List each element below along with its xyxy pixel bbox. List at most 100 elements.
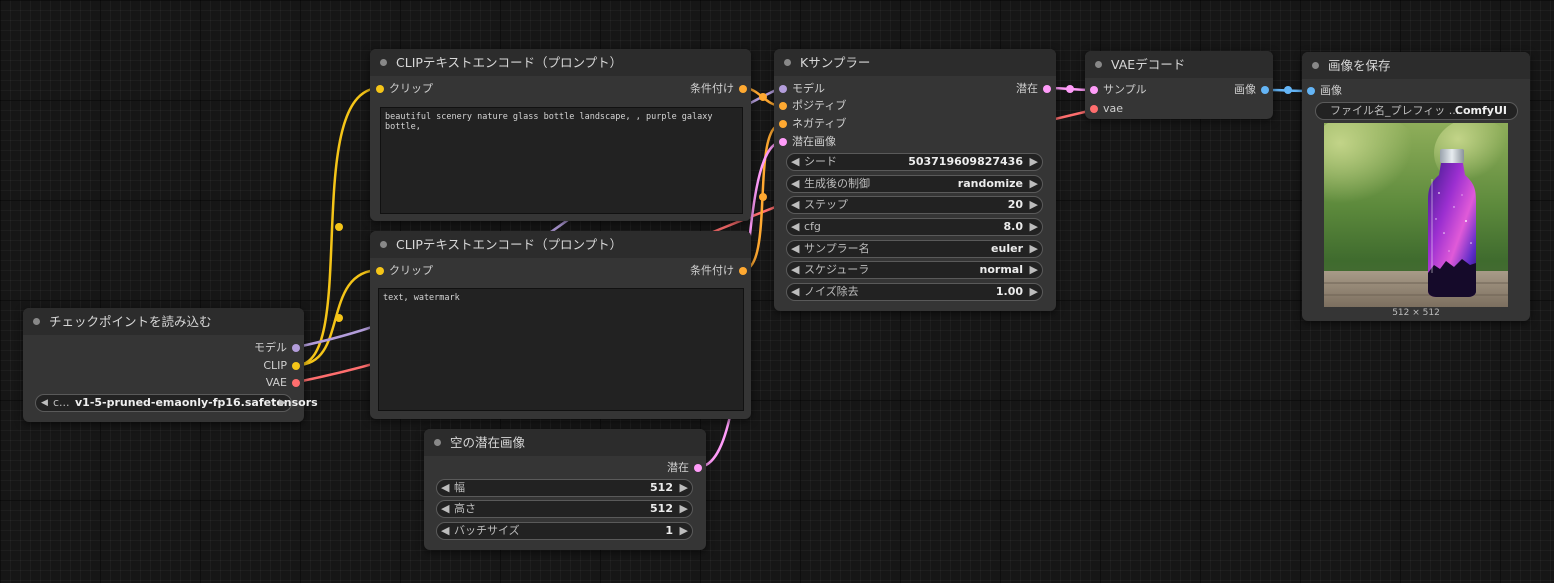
arrow-right-icon[interactable]: ▶: [1030, 219, 1038, 235]
combo-label: c...: [53, 396, 70, 409]
input-samples[interactable]: サンプル: [1090, 83, 1147, 97]
node-title[interactable]: チェックポイントを読み込む: [23, 308, 304, 335]
cfg-widget[interactable]: ◀ cfg 8.0 ▶: [786, 218, 1043, 236]
arrow-left-icon[interactable]: ◀: [791, 154, 799, 170]
arrow-left-icon[interactable]: ◀: [441, 501, 449, 517]
output-conditioning[interactable]: 条件付け: [690, 264, 747, 278]
node-collapse-dot[interactable]: [33, 318, 40, 325]
output-image-preview[interactable]: [1324, 123, 1508, 307]
steps-widget[interactable]: ◀ ステップ 20 ▶: [786, 196, 1043, 214]
slot-dot[interactable]: [739, 85, 747, 93]
arrow-right-icon[interactable]: ▶: [680, 480, 688, 496]
checkpoint-loader-node[interactable]: チェックポイントを読み込む モデル CLIP VAE ◀ c... v1-5-p…: [23, 308, 318, 422]
slot-dot[interactable]: [1043, 85, 1051, 93]
arrow-left-icon[interactable]: ◀: [791, 241, 799, 257]
node-collapse-dot[interactable]: [380, 59, 387, 66]
input-negative[interactable]: ネガティブ: [779, 117, 846, 131]
input-clip[interactable]: クリップ: [376, 82, 433, 96]
arrow-right-icon[interactable]: ▶: [1030, 176, 1038, 192]
slot-dot[interactable]: [1090, 105, 1098, 113]
arrow-left-icon[interactable]: ◀: [441, 480, 449, 496]
prompt-textarea[interactable]: text, watermark: [378, 288, 744, 411]
node-title[interactable]: 空の潜在画像: [424, 429, 706, 456]
arrow-left-icon[interactable]: ◀: [791, 262, 799, 278]
input-images[interactable]: 画像: [1307, 84, 1342, 98]
output-vae[interactable]: VAE: [266, 376, 300, 390]
sampler-name-widget[interactable]: ◀ サンプラー名 euler ▶: [786, 240, 1043, 258]
slot-dot[interactable]: [779, 120, 787, 128]
clip-text-encode-positive-node[interactable]: CLIPテキストエンコード（プロンプト） クリップ 条件付け beautiful…: [370, 49, 751, 221]
control-after-generate-widget[interactable]: ◀ 生成後の制御 randomize ▶: [786, 175, 1043, 193]
arrow-right-icon[interactable]: ▶: [1030, 154, 1038, 170]
node-title[interactable]: Kサンプラー: [774, 49, 1056, 76]
slot-dot[interactable]: [779, 138, 787, 146]
batch-size-widget[interactable]: ◀ バッチサイズ 1 ▶: [436, 522, 693, 540]
slot-dot[interactable]: [739, 267, 747, 275]
widget-name: 高さ: [454, 502, 476, 515]
empty-latent-image-node[interactable]: 空の潜在画像 潜在 ◀ 幅 512 ▶ ◀ 高さ 512 ▶ ◀ バッチサイズ …: [424, 429, 706, 550]
slot-dot[interactable]: [376, 85, 384, 93]
link-midpoint: [759, 193, 767, 201]
node-collapse-dot[interactable]: [380, 241, 387, 248]
arrow-left-icon[interactable]: ◀: [791, 219, 799, 235]
seed-widget[interactable]: ◀ シード 503719609827436 ▶: [786, 153, 1043, 171]
filename-prefix-field[interactable]: ファイル名_プレフィッ ... ComfyUI: [1315, 102, 1518, 120]
output-clip[interactable]: CLIP: [263, 359, 300, 373]
vae-decode-node[interactable]: VAEデコード サンプル vae 画像: [1085, 51, 1273, 119]
slot-dot[interactable]: [694, 464, 702, 472]
node-title[interactable]: CLIPテキストエンコード（プロンプト）: [370, 231, 751, 258]
arrow-left-icon[interactable]: ◀: [791, 284, 799, 300]
input-clip[interactable]: クリップ: [376, 264, 433, 278]
widget-value: 503719609827436: [908, 155, 1023, 168]
width-widget[interactable]: ◀ 幅 512 ▶: [436, 479, 693, 497]
arrow-right-icon[interactable]: ▶: [279, 395, 286, 411]
arrow-right-icon[interactable]: ▶: [1030, 197, 1038, 213]
node-title[interactable]: 画像を保存: [1302, 52, 1530, 79]
input-model[interactable]: モデル: [779, 82, 825, 96]
node-collapse-dot[interactable]: [434, 439, 441, 446]
slot-dot[interactable]: [1261, 86, 1269, 94]
slot-dot[interactable]: [1090, 86, 1098, 94]
arrow-right-icon[interactable]: ▶: [680, 523, 688, 539]
ksampler-node[interactable]: Kサンプラー モデル ポジティブ ネガティブ 潜在画像 潜在 ◀ シード 503…: [774, 49, 1056, 311]
slot-dot[interactable]: [1307, 87, 1315, 95]
arrow-right-icon[interactable]: ▶: [1030, 262, 1038, 278]
arrow-left-icon[interactable]: ◀: [441, 523, 449, 539]
arrow-left-icon[interactable]: ◀: [791, 197, 799, 213]
arrow-right-icon[interactable]: ▶: [680, 501, 688, 517]
output-conditioning[interactable]: 条件付け: [690, 82, 747, 96]
output-model[interactable]: モデル: [254, 341, 300, 355]
scheduler-widget[interactable]: ◀ スケジューラ normal ▶: [786, 261, 1043, 279]
slot-dot[interactable]: [292, 379, 300, 387]
slot-dot[interactable]: [292, 362, 300, 370]
output-image[interactable]: 画像: [1234, 83, 1269, 97]
slot-dot[interactable]: [376, 267, 384, 275]
save-image-node[interactable]: 画像を保存 画像 ファイル名_プレフィッ ... ComfyUI 512 × 5…: [1302, 52, 1530, 321]
node-collapse-dot[interactable]: [1095, 61, 1102, 68]
node-collapse-dot[interactable]: [1312, 62, 1319, 69]
node-title-text: VAEデコード: [1111, 57, 1186, 72]
slot-dot[interactable]: [292, 344, 300, 352]
denoise-widget[interactable]: ◀ ノイズ除去 1.00 ▶: [786, 283, 1043, 301]
prompt-textarea[interactable]: beautiful scenery nature glass bottle la…: [380, 107, 743, 214]
output-latent[interactable]: 潜在: [667, 461, 702, 475]
arrow-right-icon[interactable]: ▶: [1030, 241, 1038, 257]
input-latent-image[interactable]: 潜在画像: [779, 135, 836, 149]
slot-dot[interactable]: [779, 102, 787, 110]
slot-dot[interactable]: [779, 85, 787, 93]
arrow-right-icon[interactable]: ▶: [1030, 284, 1038, 300]
input-vae[interactable]: vae: [1090, 102, 1123, 116]
link-midpoint: [1066, 85, 1074, 93]
slot-label: 条件付け: [690, 82, 734, 95]
arrow-left-icon[interactable]: ◀: [791, 176, 799, 192]
node-title[interactable]: CLIPテキストエンコード（プロンプト）: [370, 49, 751, 76]
ckpt-name-combo[interactable]: ◀ c... v1-5-pruned-emaonly-fp16.safetens…: [35, 394, 318, 412]
node-title[interactable]: VAEデコード: [1085, 51, 1273, 78]
clip-text-encode-negative-node[interactable]: CLIPテキストエンコード（プロンプト） クリップ 条件付け text, wat…: [370, 231, 751, 419]
height-widget[interactable]: ◀ 高さ 512 ▶: [436, 500, 693, 518]
widget-name: 幅: [454, 481, 465, 494]
arrow-left-icon[interactable]: ◀: [41, 395, 48, 411]
input-positive[interactable]: ポジティブ: [779, 99, 846, 113]
node-collapse-dot[interactable]: [784, 59, 791, 66]
output-latent[interactable]: 潜在: [1016, 82, 1051, 96]
